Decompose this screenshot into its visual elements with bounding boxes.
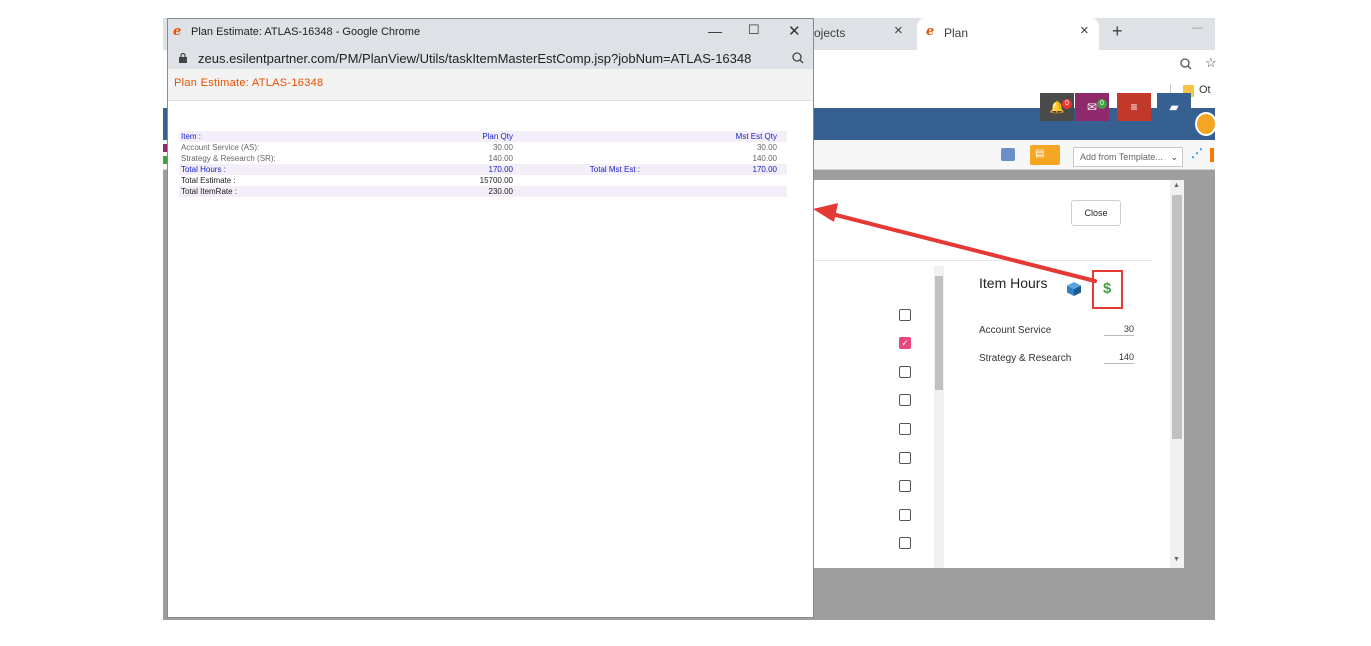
annotation-arrow (813, 203, 1097, 283)
